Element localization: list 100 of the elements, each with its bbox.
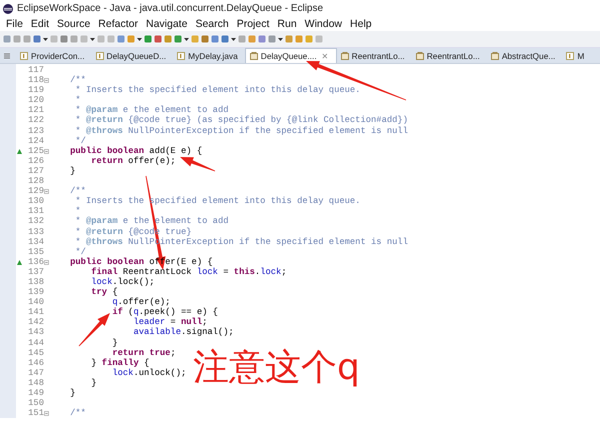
line-number: 135 xyxy=(27,246,44,257)
dropdown-arrow-icon[interactable] xyxy=(90,35,95,43)
code-line: } xyxy=(69,166,76,176)
editor-tab[interactable]: AbstractQue... xyxy=(486,48,562,63)
dropdown-arrow-icon[interactable] xyxy=(184,35,189,43)
code-line: leader = null; xyxy=(132,317,208,328)
code-line: if (q.peek() == e) { xyxy=(111,307,218,318)
fold-icon[interactable] xyxy=(44,189,49,194)
code-line: } xyxy=(69,388,76,398)
line-number: 133 xyxy=(27,226,44,237)
line-number: 125 xyxy=(27,146,44,156)
line-number: 132 xyxy=(27,216,44,226)
line-number: 131 xyxy=(27,206,44,216)
code-line: * @param e the element to add xyxy=(74,216,228,226)
code-line: } finally { xyxy=(90,358,150,368)
code-line: /** xyxy=(69,186,86,196)
editor-tab[interactable]: M xyxy=(562,48,592,63)
fold-icon[interactable] xyxy=(44,260,49,265)
editor-tab[interactable]: ProviderCon... xyxy=(16,48,92,63)
dropdown-arrow-icon[interactable] xyxy=(137,35,142,43)
menu-item[interactable]: File xyxy=(2,18,27,30)
line-number: 122 xyxy=(27,115,44,126)
class-file-icon xyxy=(416,52,424,60)
code-line: final ReentrantLock lock = this.lock; xyxy=(90,266,287,277)
line-number: 129 xyxy=(27,186,44,196)
code-line: * xyxy=(74,206,81,216)
line-number: 139 xyxy=(27,287,44,298)
annotation-arrow xyxy=(180,157,216,172)
line-number: 123 xyxy=(27,126,44,136)
code-line: * xyxy=(74,95,81,106)
class-file-icon xyxy=(490,52,499,60)
code-line: available.signal(); xyxy=(132,327,234,338)
code-line: return offer(e); xyxy=(90,156,176,166)
fold-icon[interactable] xyxy=(44,148,49,154)
editor-tab[interactable]: MyDelay.java xyxy=(173,48,245,63)
line-number: 140 xyxy=(27,297,44,308)
line-number: 137 xyxy=(27,266,44,277)
close-icon[interactable]: ✕ xyxy=(322,52,329,60)
code-line: lock.unlock(); xyxy=(111,368,186,378)
menu-item[interactable]: Search xyxy=(191,18,233,30)
line-number: 145 xyxy=(27,348,44,358)
menu-item[interactable]: Refactor xyxy=(94,18,142,30)
annotation-note: 注意这个q xyxy=(193,348,360,388)
class-file-icon xyxy=(340,52,349,60)
code-line: lock.lock(); xyxy=(90,276,155,288)
fold-icon[interactable] xyxy=(44,78,49,84)
code-line: } xyxy=(111,338,118,348)
java-file-icon xyxy=(566,52,574,60)
editor-tab[interactable]: DelayQueueD... xyxy=(92,48,174,63)
line-number: 142 xyxy=(27,317,44,328)
line-number: 121 xyxy=(27,105,44,116)
menu-item[interactable]: Help xyxy=(346,18,376,30)
editor-tab[interactable]: ReentrantLo... xyxy=(336,48,412,63)
line-number: 151 xyxy=(27,408,44,418)
line-number: 148 xyxy=(27,378,44,388)
class-file-icon xyxy=(250,52,258,60)
code-line: } xyxy=(90,378,97,388)
menu-item[interactable]: Run xyxy=(273,18,301,30)
editor-list-icon[interactable] xyxy=(2,50,12,60)
line-number: 124 xyxy=(27,136,44,146)
line-number: 136 xyxy=(27,256,44,267)
code-line: q.offer(e); xyxy=(111,297,170,308)
line-number: 127 xyxy=(27,166,44,176)
editor-tab[interactable]: ReentrantLo... xyxy=(412,48,487,63)
line-number: 130 xyxy=(27,196,44,206)
menu-item[interactable]: Window xyxy=(300,18,346,30)
line-number: 143 xyxy=(27,327,44,338)
menu-item[interactable]: Source xyxy=(53,18,94,30)
menu-item[interactable]: Navigate xyxy=(142,18,192,30)
line-number: 119 xyxy=(27,85,44,96)
code-line: * Inserts the specified element into this delay queue. xyxy=(74,85,360,96)
window-title: EclipseWorkSpace - Java - java.util.concurrent.DelayQueue - Eclipse xyxy=(17,3,324,14)
fold-icon[interactable] xyxy=(44,411,49,416)
line-number: 144 xyxy=(27,338,44,348)
eclipse-logo-icon xyxy=(3,4,13,14)
code-line: * @return {@code true} (as specified by {@link Collection#add}) xyxy=(74,115,408,126)
code-line: try { xyxy=(90,287,118,298)
line-number: 118 xyxy=(27,75,44,86)
java-file-icon xyxy=(177,52,186,60)
line-number: 149 xyxy=(27,388,44,398)
java-file-icon xyxy=(20,52,28,60)
line-number: 120 xyxy=(27,95,44,106)
line-number: 141 xyxy=(27,307,44,318)
code-line: * @throws NullPointerException if the specified element is null xyxy=(74,126,408,136)
menu-item[interactable]: Project xyxy=(232,18,274,30)
code-line: public boolean add(E e) { xyxy=(69,146,202,156)
line-number: 128 xyxy=(27,176,44,186)
line-number: 147 xyxy=(27,368,44,378)
code-line: * @param e the element to add xyxy=(74,105,228,116)
code-line: /** xyxy=(69,408,86,418)
line-number: 146 xyxy=(27,358,44,368)
dropdown-arrow-icon[interactable] xyxy=(43,35,48,43)
code-line: */ xyxy=(74,246,86,257)
menu-item[interactable]: Edit xyxy=(26,18,54,30)
dropdown-arrow-icon[interactable] xyxy=(231,35,236,43)
line-number: 150 xyxy=(27,398,44,408)
editor-tab[interactable]: DelayQueue.... ✕ xyxy=(244,48,337,63)
dropdown-arrow-icon[interactable] xyxy=(278,35,283,43)
code-line: */ xyxy=(74,136,86,146)
line-number: 138 xyxy=(27,276,44,288)
